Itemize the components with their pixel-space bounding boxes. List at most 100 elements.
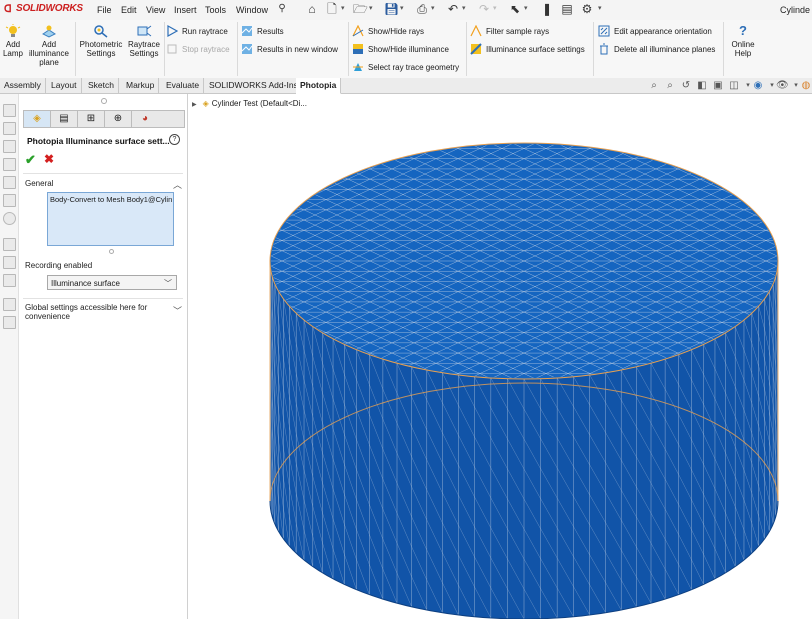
redo-icon[interactable]: ↷ [477, 2, 491, 16]
zoom-to-area-icon[interactable]: ⌕ [664, 80, 676, 92]
tab-photopia-manager[interactable]: ◈ [24, 111, 51, 127]
tab-evaluate[interactable]: Evaluate [162, 78, 205, 93]
home-icon[interactable]: ⌂ [305, 2, 319, 16]
photometric-settings-icon [94, 25, 108, 38]
show-hide-illuminance-button[interactable]: Show/Hide illuminance [352, 43, 449, 55]
tab-assembly[interactable]: Assembly [0, 78, 46, 93]
add-lamp-button[interactable]: Add Lamp [2, 24, 24, 58]
options-dropdown-icon[interactable]: ▾ [598, 4, 602, 12]
ds-logo-icon: ᗡ [4, 4, 12, 15]
hide-show-items-icon[interactable]: 👁︎ [776, 80, 789, 92]
strip-tool-icon[interactable] [3, 316, 16, 329]
traffic-light-icon[interactable]: ❚ [540, 2, 554, 16]
feature-tree-flyout[interactable]: ▶ ◈ Cylinder Test (Default<Di... [192, 99, 307, 108]
menu-edit[interactable]: Edit [121, 5, 137, 15]
section-general-label[interactable]: General [25, 179, 53, 188]
menu-file[interactable]: File [97, 5, 112, 15]
tab-property-manager[interactable]: ▤ [51, 111, 78, 127]
collapse-chevron-icon[interactable]: ︿ [173, 178, 182, 191]
graphics-area[interactable] [188, 94, 812, 619]
cancel-x-icon[interactable]: ✖ [44, 152, 54, 166]
delete-all-illuminance-planes-button[interactable]: Delete all illuminance planes [598, 43, 715, 55]
global-settings-label[interactable]: Global settings accessible here for conv… [25, 303, 160, 321]
open-folder-icon[interactable]: 🗁 [353, 2, 368, 16]
strip-tool-icon[interactable] [3, 298, 16, 311]
menu-window[interactable]: Window [236, 5, 268, 15]
dynamic-annotation-icon[interactable]: ▣ [712, 80, 724, 92]
save-dropdown-icon[interactable]: ▾ [400, 4, 404, 12]
open-dropdown-icon[interactable]: ▾ [369, 4, 373, 12]
mesh-line [784, 94, 812, 447]
selection-list-box[interactable]: Body-Convert to Mesh Body1@Cylin [47, 192, 174, 246]
section-view-icon[interactable]: ◧ [696, 80, 708, 92]
undo-icon[interactable]: ↶ [446, 2, 460, 16]
selection-item[interactable]: Body-Convert to Mesh Body1@Cylin [50, 195, 172, 204]
new-dropdown-icon[interactable]: ▾ [341, 4, 345, 12]
tab-sketch[interactable]: Sketch [84, 78, 119, 93]
edit-appearance-orientation-button[interactable]: Edit appearance orientation [598, 25, 712, 37]
online-help-button[interactable]: ? Online Help [727, 24, 759, 59]
zoom-to-fit-icon[interactable]: ⌕ [648, 80, 660, 92]
print-icon[interactable]: ⎙ [415, 2, 429, 16]
strip-tool-icon[interactable] [3, 140, 16, 153]
strip-tool-icon[interactable] [3, 104, 16, 117]
strip-tool-icon[interactable] [3, 256, 16, 269]
options-gear-icon[interactable]: ⚙ [580, 2, 594, 16]
expand-chevron-icon[interactable]: ﹀ [173, 304, 182, 317]
help-icon[interactable]: ? [169, 134, 180, 145]
file-properties-icon[interactable]: ▤ [560, 2, 574, 16]
strip-tool-icon[interactable] [3, 238, 16, 251]
ok-check-icon[interactable]: ✔ [25, 152, 36, 168]
strip-tool-icon[interactable] [3, 176, 16, 189]
view-orientation-icon[interactable]: ◫ [728, 80, 740, 92]
show-hide-rays-button[interactable]: Show/Hide rays [352, 25, 424, 37]
filter-sample-rays-button[interactable]: Filter sample rays [470, 25, 549, 37]
pin-icon[interactable]: ⚲ [275, 2, 289, 16]
save-icon[interactable]: 💾︎ [384, 2, 399, 16]
tab-solidworks-add-ins[interactable]: SOLIDWORKS Add-Ins [205, 78, 303, 93]
results-button[interactable]: Results [241, 25, 284, 37]
strip-tool-icon[interactable] [3, 212, 16, 225]
solidworks-logo[interactable]: ᗡ SOLIDWORKS [4, 3, 83, 15]
tab-dimxpert-manager[interactable]: ⊕ [105, 111, 132, 127]
display-style-icon[interactable]: ◉ [752, 80, 764, 92]
run-raytrace-button[interactable]: Run raytrace [166, 25, 228, 37]
add-illuminance-plane-button[interactable]: Add illuminance plane [26, 24, 72, 67]
panel-grip[interactable] [101, 98, 107, 104]
filter-rays-icon [470, 25, 482, 37]
mesh-line [188, 94, 264, 447]
menu-tools[interactable]: Tools [205, 5, 226, 15]
separator [237, 22, 238, 76]
expand-arrow-icon[interactable]: ▶ [192, 101, 197, 108]
stop-raytrace-button[interactable]: Stop raytrace [166, 43, 230, 55]
select-dropdown-icon[interactable]: ▾ [524, 4, 528, 12]
new-document-icon[interactable]: 🗋 [325, 2, 339, 16]
strip-tool-icon[interactable] [3, 158, 16, 171]
tab-layout[interactable]: Layout [47, 78, 82, 93]
command-manager-tabs: Assembly Layout Sketch Markup Evaluate S… [0, 78, 812, 94]
menu-insert[interactable]: Insert [174, 5, 197, 15]
tab-markup[interactable]: Markup [122, 78, 160, 93]
results-new-window-button[interactable]: Results in new window [241, 43, 338, 55]
strip-tool-icon[interactable] [3, 274, 16, 287]
select-raytrace-geometry-button[interactable]: Select ray trace geometry [352, 61, 459, 73]
resize-grip[interactable] [109, 249, 114, 254]
redo-dropdown-icon[interactable]: ▾ [493, 4, 497, 12]
strip-tool-icon[interactable] [3, 122, 16, 135]
photometric-settings-button[interactable]: Photometric Settings [78, 24, 124, 58]
menu-view[interactable]: View [146, 5, 165, 15]
cylinder-model[interactable] [188, 94, 812, 619]
tab-photopia[interactable]: Photopia [296, 78, 342, 94]
previous-view-icon[interactable]: ↺ [680, 80, 692, 92]
raytrace-settings-button[interactable]: Raytrace Settings [126, 24, 162, 58]
illuminance-surface-settings-button[interactable]: Illuminance surface settings [470, 43, 585, 55]
tab-configuration-manager[interactable]: ⊞ [78, 111, 105, 127]
edit-appearance-icon[interactable]: ◍ [800, 80, 812, 92]
strip-tool-icon[interactable] [3, 194, 16, 207]
recording-dropdown[interactable]: Illuminance surface ﹀ [47, 275, 177, 290]
undo-dropdown-icon[interactable]: ▾ [462, 4, 466, 12]
raytrace-geometry-icon [353, 63, 363, 71]
print-dropdown-icon[interactable]: ▾ [431, 4, 435, 12]
select-arrow-icon[interactable]: ⬉ [508, 2, 522, 16]
tab-display-manager[interactable]: ◕ [132, 111, 158, 127]
